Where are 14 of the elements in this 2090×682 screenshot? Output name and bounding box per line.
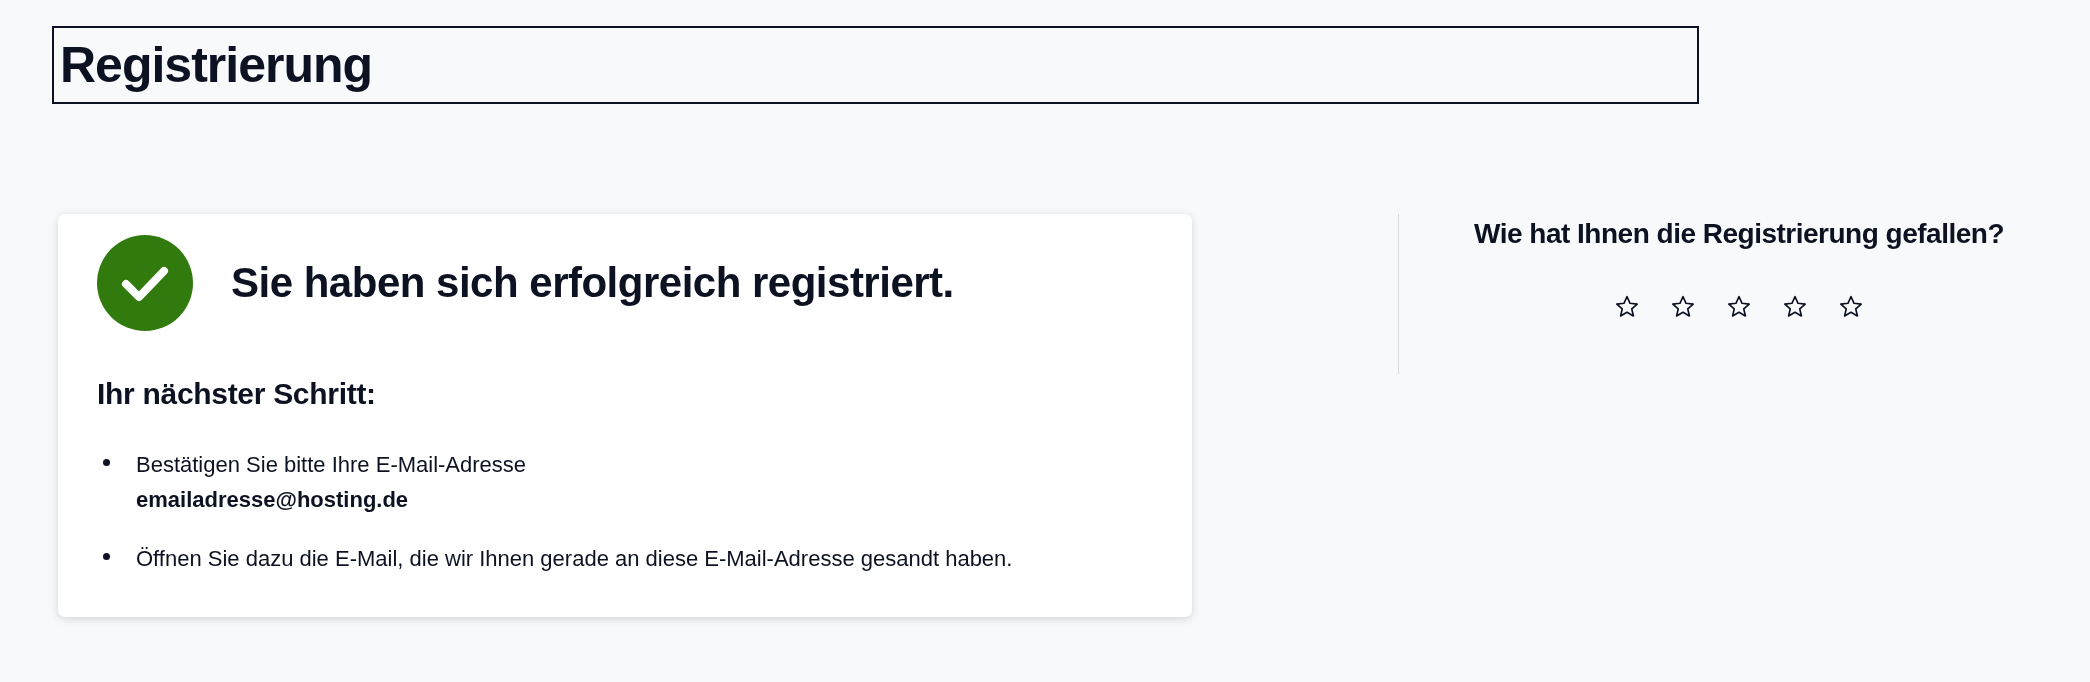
page-title: Registrierung [52,26,1699,104]
success-message: Sie haben sich erfolgreich registriert. [231,259,954,307]
bullet-icon [103,553,110,560]
star-icon[interactable] [1670,294,1696,320]
star-icon[interactable] [1782,294,1808,320]
step-text: Öffnen Sie dazu die E-Mail, die wir Ihnen gerade an diese E-Mail-Adresse gesandt haben. [136,545,1013,573]
star-rating[interactable] [1614,294,1864,320]
rating-question: Wie hat Ihnen die Registrierung gefallen? [1474,218,2004,250]
next-step-heading: Ihr nächster Schritt: [97,377,377,411]
step-text: Bestätigen Sie bitte Ihre E-Mail-Adresse emailadresse@hosting.de [136,451,527,514]
star-icon[interactable] [1614,294,1640,320]
star-icon[interactable] [1726,294,1752,320]
star-icon[interactable] [1838,294,1864,320]
bullet-icon [103,459,110,466]
